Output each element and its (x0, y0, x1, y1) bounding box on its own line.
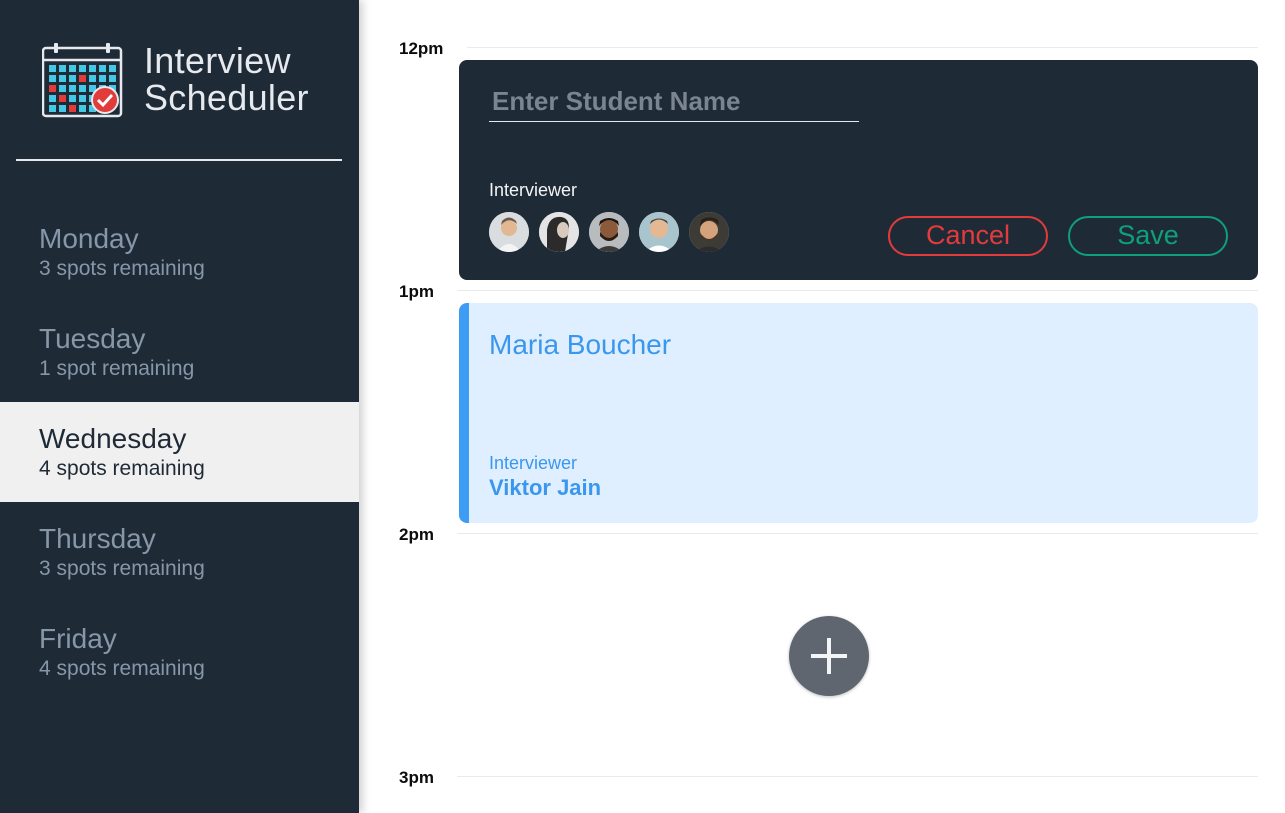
day-item-monday[interactable]: Monday 3 spots remaining (0, 202, 359, 302)
hour-divider (457, 533, 1258, 534)
day-name: Tuesday (39, 323, 146, 354)
day-item-friday[interactable]: Friday 4 spots remaining (0, 602, 359, 702)
add-appointment-button[interactable] (789, 616, 869, 696)
appointment-accent-bar (459, 303, 469, 523)
sidebar: Interview Scheduler Monday 3 spots remai… (0, 0, 359, 813)
day-name: Monday (39, 223, 139, 254)
hour-divider (467, 47, 1258, 48)
appointment-interviewer-label: Interviewer (489, 453, 578, 473)
interviewer-label: Interviewer (489, 180, 578, 200)
day-item-thursday[interactable]: Thursday 3 spots remaining (0, 502, 359, 602)
app-title-line2: Scheduler (144, 77, 309, 118)
day-name: Wednesday (39, 423, 187, 454)
day-spots: 1 spot remaining (39, 357, 195, 380)
time-label-3pm: 3pm (399, 768, 434, 787)
time-label-1pm: 1pm (399, 282, 434, 301)
student-name-input[interactable] (489, 82, 859, 122)
day-spots: 3 spots remaining (39, 257, 205, 280)
interviewer-avatar-5[interactable] (689, 212, 729, 252)
interviewer-list (489, 212, 729, 252)
plus-icon (811, 638, 847, 674)
interviewer-avatar-4[interactable] (639, 212, 679, 252)
calendar-logo-icon (41, 42, 124, 123)
interviewer-avatar-2[interactable] (539, 212, 579, 252)
day-name: Friday (39, 623, 117, 654)
day-spots: 4 spots remaining (39, 657, 205, 680)
appointment-card[interactable]: Maria Boucher Interviewer Viktor Jain (459, 303, 1258, 523)
appointment-form: Interviewer Cancel Save (459, 60, 1258, 280)
time-label-12pm: 12pm (399, 39, 444, 58)
time-label-2pm: 2pm (399, 525, 434, 544)
interviewer-avatar-3[interactable] (589, 212, 629, 252)
sidebar-divider (16, 159, 342, 161)
day-item-wednesday[interactable]: Wednesday 4 spots remaining (0, 402, 359, 502)
hour-divider (457, 776, 1258, 777)
hour-divider (457, 290, 1258, 291)
cancel-button[interactable]: Cancel (888, 216, 1048, 256)
appointment-interviewer-name: Viktor Jain (489, 475, 602, 500)
day-spots: 3 spots remaining (39, 557, 205, 580)
day-spots: 4 spots remaining (39, 457, 205, 480)
app-title-line1: Interview (144, 40, 291, 81)
appointment-student-name: Maria Boucher (489, 329, 672, 360)
day-name: Thursday (39, 523, 156, 554)
save-button[interactable]: Save (1068, 216, 1228, 256)
day-list: Monday 3 spots remaining Tuesday 1 spot … (0, 202, 359, 702)
interviewer-avatar-1[interactable] (489, 212, 529, 252)
day-item-tuesday[interactable]: Tuesday 1 spot remaining (0, 302, 359, 402)
app-title: Interview Scheduler (144, 42, 344, 116)
